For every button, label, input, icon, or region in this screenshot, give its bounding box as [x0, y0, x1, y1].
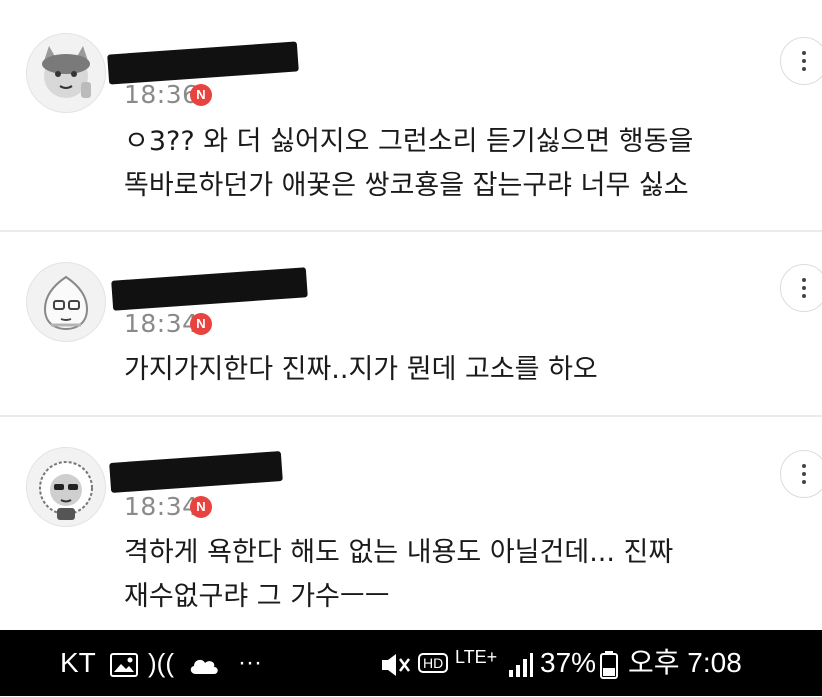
signal-strength-icon: [508, 630, 534, 696]
comment-text: 가지가지한다 진짜..지가 뭔데 고소를 하오: [124, 348, 598, 392]
comment-text: 격하게 욕한다 해도 없는 내용도 아닐건데... 진짜 재수없구랴 그 가수ㅡ…: [124, 531, 673, 619]
status-bar: KT )(( ··· HD LTE+ 37% 오후 7:08: [0, 630, 822, 696]
more-options-icon-dot: [802, 294, 806, 298]
more-options-icon-dot: [802, 59, 806, 63]
redacted-username: [111, 267, 308, 311]
new-badge: N: [190, 84, 212, 106]
hd-indicator: HD: [418, 630, 449, 696]
clock: 오후 7:08: [628, 647, 742, 678]
more-options-icon-dot: [802, 67, 806, 71]
more-options-button[interactable]: [780, 37, 822, 85]
comment-text: ㅇ3?? 와 더 싫어지오 그런소리 듣기싫으면 행동을 똑바로하던가 애꿎은 …: [124, 120, 693, 208]
more-options-icon-dot: [802, 472, 806, 476]
comment-line: 똑바로하던가 애꿎은 쌍코횽을 잡는구랴 너무 싫소: [124, 170, 689, 201]
redacted-username: [107, 41, 299, 85]
more-options-icon: [802, 278, 806, 282]
new-badge: N: [190, 496, 212, 518]
lte-indicator: LTE+: [455, 647, 498, 667]
hd-label: HD: [418, 653, 449, 673]
comment-item: 18:34 N 격하게 욕한다 해도 없는 내용도 아닐건데... 진짜 재수없…: [0, 417, 822, 630]
comment-line: 재수없구랴 그 가수ㅡㅡ: [124, 581, 390, 612]
more-options-icon: [802, 51, 806, 55]
more-options-icon: [802, 464, 806, 468]
battery-icon: [600, 630, 618, 696]
avatar[interactable]: [26, 33, 106, 113]
more-options-icon-dot: [802, 286, 806, 290]
new-badge: N: [190, 313, 212, 335]
comment-line: 격하게 욕한다 해도 없는 내용도 아닐건데... 진짜: [124, 537, 674, 568]
battery-percent: 37%: [540, 647, 597, 678]
comment-time: 18:36: [124, 80, 199, 109]
comment-item: 18:36 N ㅇ3?? 와 더 싫어지오 그런소리 듣기싫으면 행동을 똑바로…: [0, 0, 822, 230]
comment-line: 가지가지한다 진짜..지가 뭔데 고소를 하오: [124, 354, 598, 385]
carrier-label: KT: [60, 647, 96, 678]
more-options-icon-dot: [802, 480, 806, 484]
comment-time: 18:34: [124, 492, 199, 521]
more-notifications: ···: [238, 649, 262, 676]
cloud-icon: [188, 630, 220, 696]
comment-item: 18:34 N 가지가지한다 진짜..지가 뭔데 고소를 하오: [0, 232, 822, 415]
avatar[interactable]: [26, 447, 106, 527]
redacted-username: [109, 451, 283, 493]
image-icon: [110, 630, 138, 696]
comment-time: 18:34: [124, 309, 199, 338]
signal-sync-icon: )((: [148, 648, 174, 678]
more-options-button[interactable]: [780, 264, 822, 312]
more-options-button[interactable]: [780, 450, 822, 498]
vibrate-mute-icon: [378, 630, 412, 696]
comment-line: ㅇ3?? 와 더 싫어지오 그런소리 듣기싫으면 행동을: [124, 126, 694, 157]
avatar[interactable]: [26, 262, 106, 342]
